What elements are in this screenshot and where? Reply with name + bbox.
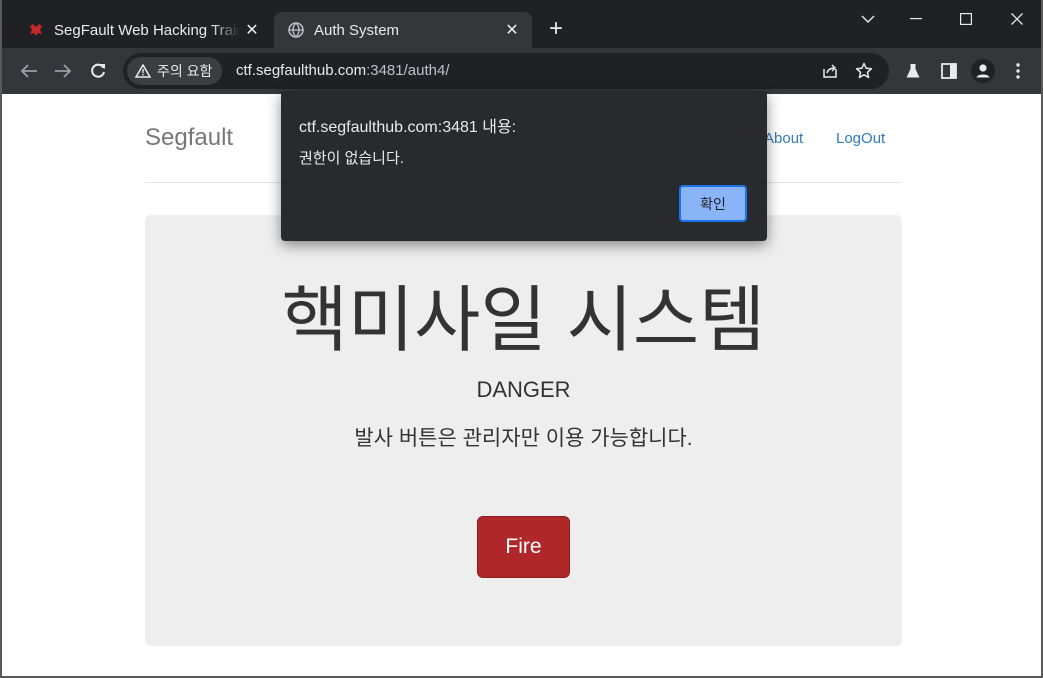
url-host: ctf.segfaulthub.com [236, 62, 367, 79]
danger-subheading: DANGER [476, 377, 571, 402]
alert-dialog: ctf.segfaulthub.com:3481 내용: 권한이 없습니다. 확… [281, 91, 767, 241]
globe-icon [288, 22, 304, 38]
reload-icon[interactable] [85, 58, 111, 84]
fire-button[interactable]: Fire [477, 516, 570, 578]
minimize-icon[interactable] [898, 6, 934, 32]
close-window-icon[interactable] [999, 6, 1035, 32]
labs-flask-icon[interactable] [900, 58, 926, 84]
tab-title: Auth System [314, 21, 400, 39]
tab-segfault-training[interactable]: SegFault Web Hacking Training ✕ [14, 12, 272, 48]
jumbotron: 핵미사일 시스템 DANGER 발사 버튼은 관리자만 이용 가능합니다. Fi… [145, 215, 902, 646]
security-warning-chip[interactable]: 주의 요함 [127, 57, 223, 85]
close-tab-icon[interactable]: ✕ [500, 18, 524, 42]
site-brand[interactable]: Segfault [145, 124, 233, 152]
browser-window: SegFault Web Hacking Training ✕ Auth Sys… [0, 0, 1043, 678]
browser-toolbar: 주의 요함 ctf.segfaulthub.com:3481/auth4/ [2, 48, 1041, 94]
bookmark-star-icon[interactable] [851, 58, 877, 84]
tab-auth-system[interactable]: Auth System ✕ [274, 12, 532, 48]
access-notice: 발사 버튼은 관리자만 이용 가능합니다. [354, 427, 693, 450]
profile-avatar-icon[interactable] [970, 58, 996, 84]
maximize-icon[interactable] [948, 6, 984, 32]
url-text[interactable]: ctf.segfaulthub.com:3481/auth4/ [236, 62, 450, 79]
security-chip-label: 주의 요함 [157, 63, 213, 79]
dialog-ok-button[interactable]: 확인 [679, 185, 747, 222]
tab-title: SegFault Web Hacking Training [54, 21, 240, 39]
warning-triangle-icon [135, 64, 151, 78]
segfault-favicon-icon [28, 22, 44, 38]
tab-strip: SegFault Web Hacking Training ✕ Auth Sys… [2, 0, 1041, 48]
close-tab-icon[interactable]: ✕ [240, 18, 264, 42]
kebab-menu-icon[interactable] [1005, 58, 1031, 84]
address-bar[interactable]: 주의 요함 ctf.segfaulthub.com:3481/auth4/ [123, 53, 889, 89]
dialog-message: 권한이 없습니다. [299, 150, 404, 167]
back-arrow-icon[interactable] [16, 58, 42, 84]
page-heading: 핵미사일 시스템 [281, 281, 766, 361]
tab-search-chevron-icon[interactable] [850, 6, 886, 32]
share-icon[interactable] [817, 58, 843, 84]
forward-arrow-icon[interactable] [50, 58, 76, 84]
nav-link-logout[interactable]: LogOut [836, 130, 885, 147]
side-panel-icon[interactable] [936, 58, 962, 84]
url-path: :3481/auth4/ [366, 62, 450, 79]
dialog-title: ctf.segfaulthub.com:3481 내용: [299, 119, 517, 136]
nav-link-about[interactable]: About [764, 130, 803, 147]
new-tab-button[interactable]: + [543, 16, 569, 42]
